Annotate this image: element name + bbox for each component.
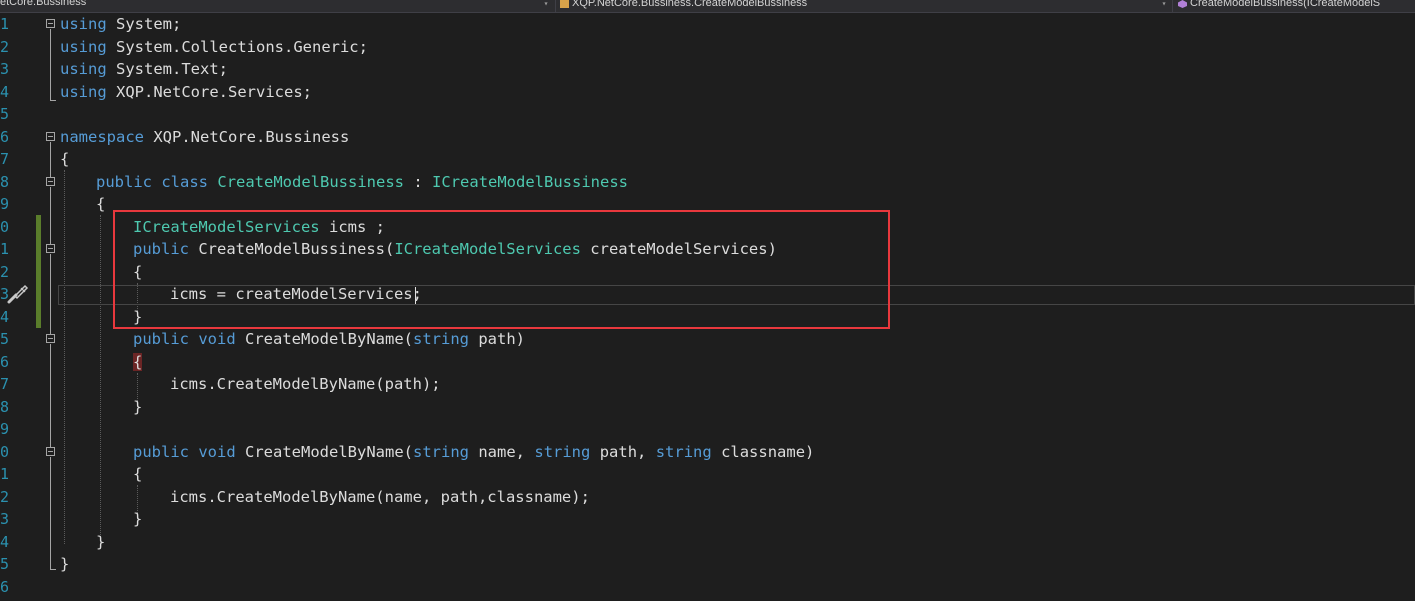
line-number: 2: [0, 37, 10, 56]
nav-divider: [555, 0, 556, 12]
collapse-icon[interactable]: [46, 19, 55, 28]
indent-guide: [100, 215, 101, 545]
outline-line: [50, 100, 56, 101]
line-number: 3: [0, 510, 10, 528]
class-icon: [560, 0, 569, 8]
code-line: {: [96, 195, 106, 213]
change-indicator-bar: [36, 215, 41, 328]
code-line: namespace XQP.NetCore.Bussiness: [60, 127, 350, 146]
line-number: 7: [0, 375, 10, 393]
code-line: public void CreateModelByName(string nam…: [133, 442, 815, 461]
line-number: 8: [0, 172, 10, 191]
line-number: 1: [0, 240, 10, 258]
quick-actions-icon[interactable]: [6, 283, 30, 309]
code-line: public class CreateModelBussiness : ICre…: [96, 172, 628, 191]
line-number: 4: [0, 532, 10, 551]
project-dropdown-label: etCore.Bussiness: [0, 0, 87, 8]
line-number: 6: [0, 127, 10, 146]
line-number: 9: [0, 420, 10, 438]
code-line: }: [133, 397, 143, 416]
line-number: 1: [0, 465, 10, 483]
line-number: 0: [0, 442, 10, 461]
nav-divider: [1172, 0, 1173, 12]
line-number: 2: [0, 487, 10, 506]
code-line: }: [96, 532, 106, 551]
outline-line: [50, 254, 51, 335]
collapse-icon[interactable]: [46, 334, 55, 343]
project-dropdown[interactable]: etCore.Bussiness: [0, 0, 540, 12]
code-line: {: [60, 150, 70, 168]
line-number: 3: [0, 60, 10, 78]
collapse-icon[interactable]: [46, 177, 55, 186]
method-icon: [1178, 0, 1187, 8]
code-editor[interactable]: 1 2 3 4 5 6 7 8 9 0 1 2 3 4 5 6 7 8 9 0 …: [0, 13, 1415, 601]
collapse-icon[interactable]: [46, 132, 55, 141]
outline-line: [50, 29, 51, 100]
line-number: 9: [0, 195, 10, 213]
type-dropdown-label: XQP.NetCore.Bussiness.CreateModelBussine…: [572, 0, 808, 9]
code-line: using XQP.NetCore.Services;: [60, 82, 312, 101]
annotation-highlight-box: [113, 210, 890, 329]
type-dropdown-arrow[interactable]: ▾: [1158, 0, 1170, 12]
code-line: public void CreateModelByName(string pat…: [133, 330, 526, 348]
line-number: 7: [0, 150, 10, 168]
indent-guide: [64, 170, 65, 544]
line-number: 5: [0, 105, 10, 123]
type-dropdown[interactable]: XQP.NetCore.Bussiness.CreateModelBussine…: [560, 0, 1158, 12]
code-line: {: [133, 465, 143, 483]
member-dropdown-label: CreateModelBussiness(ICreateModelS: [1190, 0, 1381, 9]
code-line: }: [60, 555, 70, 573]
code-line: {: [133, 351, 143, 374]
line-number: 4: [0, 82, 10, 101]
collapse-icon[interactable]: [46, 447, 55, 456]
line-number: 0: [0, 217, 10, 236]
line-number: 6: [0, 352, 10, 371]
code-line: }: [133, 510, 143, 528]
line-number: 5: [0, 330, 10, 348]
line-number: 5: [0, 555, 10, 573]
code-line: icms.CreateModelByName(path);: [170, 375, 441, 393]
outline-line: [50, 187, 51, 247]
outline-line: [50, 569, 56, 570]
code-line: icms.CreateModelByName(name, path,classn…: [170, 487, 590, 506]
line-number: 6: [0, 577, 10, 596]
matching-brace: {: [133, 352, 143, 371]
outline-line: [50, 344, 51, 447]
member-dropdown[interactable]: CreateModelBussiness(ICreateModelS: [1178, 0, 1415, 12]
outline-line: [50, 457, 51, 569]
code-line: using System.Text;: [60, 60, 228, 78]
code-line: using System.Collections.Generic;: [60, 37, 368, 56]
line-number: 8: [0, 397, 10, 416]
collapse-icon[interactable]: [46, 244, 55, 253]
navigation-bar: etCore.Bussiness ▾ XQP.NetCore.Bussiness…: [0, 0, 1415, 13]
line-number: 1: [0, 15, 10, 33]
line-number: 2: [0, 262, 10, 281]
project-dropdown-arrow[interactable]: ▾: [540, 0, 552, 12]
code-line: using System;: [60, 15, 182, 33]
